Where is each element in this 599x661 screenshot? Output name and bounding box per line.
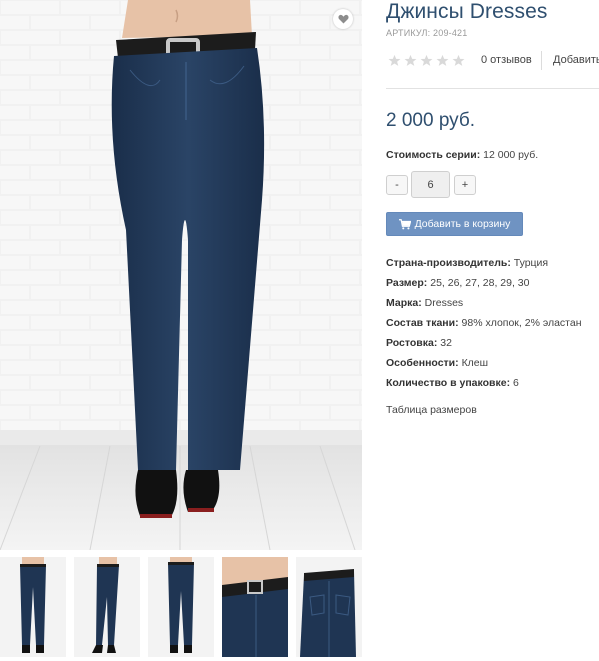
thumbnail-strip [0, 557, 362, 657]
spec-value: Турция [513, 257, 549, 269]
star-icon[interactable] [420, 54, 433, 67]
rating-stars[interactable] [388, 54, 465, 67]
spec-fabric: Состав ткани: 98% хлопок, 2% эластан [386, 317, 582, 329]
thumbnail-waist-closeup[interactable] [222, 557, 288, 657]
spec-label: Марка: [386, 297, 422, 309]
spec-size: Размер: 25, 26, 27, 28, 29, 30 [386, 277, 529, 289]
spec-size-run: Ростовка: 32 [386, 337, 452, 349]
series-price-label: Стоимость серии: [386, 149, 481, 161]
thumbnail-back-full[interactable] [148, 557, 214, 657]
spec-value: 32 [440, 337, 452, 349]
product-title: Джинсы Dresses [386, 0, 548, 23]
spec-value: 6 [513, 377, 519, 389]
divider [386, 88, 599, 89]
spec-country: Страна-производитель: Турция [386, 257, 548, 269]
thumbnail-image [148, 557, 214, 657]
divider [541, 51, 542, 70]
thumbnail-image [296, 557, 362, 657]
cart-icon [398, 218, 411, 229]
spec-pack-quantity: Количество в упаковке: 6 [386, 377, 519, 389]
add-to-cart-label: Добавить в корзину [414, 218, 511, 230]
quantity-stepper: - + [386, 171, 486, 198]
product-price: 2 000 руб. [386, 110, 476, 131]
star-icon[interactable] [388, 54, 401, 67]
thumbnail-image [74, 557, 140, 657]
add-to-cart-button[interactable]: Добавить в корзину [386, 212, 523, 236]
spec-value: Dresses [424, 297, 464, 309]
main-product-photo[interactable] [0, 0, 362, 550]
favorite-button[interactable] [333, 9, 353, 29]
star-icon[interactable] [436, 54, 449, 67]
reviews-count-link[interactable]: 0 отзывов [481, 54, 532, 66]
spec-label: Ростовка: [386, 337, 438, 349]
spec-value: 25, 26, 27, 28, 29, 30 [430, 277, 530, 289]
add-review-link[interactable]: Добавить [553, 54, 599, 66]
quantity-decrease-button[interactable]: - [386, 175, 408, 195]
spec-label: Состав ткани: [386, 317, 459, 329]
thumbnail-side-full[interactable] [74, 557, 140, 657]
thumbnail-image [0, 557, 66, 657]
series-price: Стоимость серии: 12 000 руб. [386, 149, 538, 161]
product-image [0, 0, 362, 550]
thumbnail-front-full[interactable] [0, 557, 66, 657]
thumbnail-image [222, 557, 288, 657]
spec-label: Количество в упаковке: [386, 377, 511, 389]
spec-brand: Марка: Dresses [386, 297, 463, 309]
star-icon[interactable] [404, 54, 417, 67]
quantity-increase-button[interactable]: + [454, 175, 476, 195]
product-article: АРТИКУЛ: 209-421 [386, 28, 468, 38]
size-table-link[interactable]: Таблица размеров [386, 404, 477, 416]
spec-label: Особенности: [386, 357, 459, 369]
spec-label: Размер: [386, 277, 428, 289]
spec-label: Страна-производитель: [386, 257, 511, 269]
spec-value: Клеш [461, 357, 489, 369]
thumbnail-back-closeup[interactable] [296, 557, 362, 657]
spec-value: 98% хлопок, 2% эластан [461, 317, 582, 329]
rating-row: 0 отзывов Добавить [386, 51, 599, 72]
series-price-value: 12 000 руб. [483, 149, 539, 161]
star-icon[interactable] [452, 54, 465, 67]
spec-features: Особенности: Клеш [386, 357, 488, 369]
heart-icon [337, 14, 349, 24]
quantity-input[interactable] [411, 171, 450, 198]
